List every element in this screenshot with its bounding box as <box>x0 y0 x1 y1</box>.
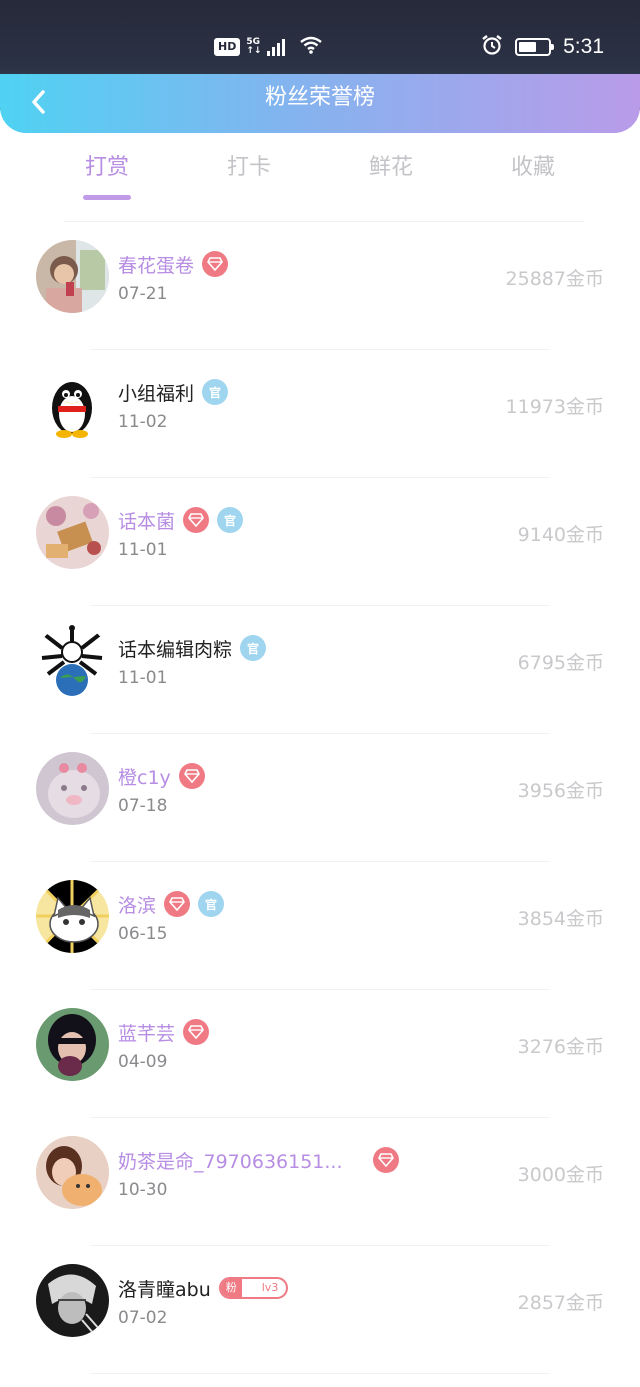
fan-name[interactable]: 小组福利 <box>118 379 194 406</box>
avatar[interactable] <box>36 1264 109 1337</box>
official-badge: 官 <box>198 891 225 917</box>
diamond-icon <box>188 513 204 527</box>
diamond-badge <box>202 251 229 277</box>
alarm-icon <box>481 34 503 60</box>
name-line: 洛滨 官 <box>118 890 225 918</box>
name-line: 蓝芊芸 <box>118 1018 210 1046</box>
diamond-badge <box>164 891 191 917</box>
battery-icon <box>515 38 555 56</box>
wifi-icon <box>299 36 323 58</box>
name-line: 春花蛋卷 <box>118 250 229 278</box>
official-badge: 官 <box>202 379 229 405</box>
fan-date: 07-21 <box>118 284 168 304</box>
fan-date: 07-02 <box>118 1308 168 1328</box>
diamond-icon <box>188 1025 204 1039</box>
diamond-badge <box>183 1019 210 1045</box>
fan-date: 07-18 <box>118 796 168 816</box>
avatar[interactable] <box>36 752 109 825</box>
fan-date: 10-30 <box>118 1180 168 1200</box>
official-badge: 官 <box>217 507 244 533</box>
list-item[interactable]: 话本编辑肉粽 官 11-01 6795金币 <box>0 606 640 734</box>
fan-name[interactable]: 奶茶是命_7970636151... <box>118 1147 343 1174</box>
coin-amount: 25887金币 <box>505 268 604 290</box>
fan-date: 11-01 <box>118 668 168 688</box>
tab-flowers[interactable]: 鲜花 <box>320 148 462 200</box>
fan-date: 11-02 <box>118 412 168 432</box>
list-item[interactable]: 话本菌 官 11-01 9140金币 <box>0 478 640 606</box>
fan-name[interactable]: 话本菌 <box>118 507 175 534</box>
name-line: 洛青瞳abu 粉 lv3 <box>118 1274 289 1302</box>
diamond-icon <box>377 1153 394 1167</box>
row-divider <box>90 1373 550 1374</box>
name-line: 话本菌 官 <box>118 506 244 534</box>
list-item[interactable]: 春花蛋卷 07-21 25887金币 <box>0 222 640 350</box>
coin-amount: 3276金币 <box>517 1036 604 1058</box>
tab-tips[interactable]: 打赏 <box>36 148 178 200</box>
signal-icon <box>267 38 286 56</box>
diamond-badge <box>372 1147 399 1173</box>
list-item[interactable]: 蓝芊芸 04-09 3276金币 <box>0 990 640 1118</box>
diamond-icon <box>183 769 200 783</box>
page-title: 粉丝荣誉榜 <box>264 85 375 110</box>
network-type: 5G ↑↓ <box>246 37 262 56</box>
list-item[interactable]: 橙c1y 07-18 3956金币 <box>0 734 640 862</box>
fan-name[interactable]: 洛青瞳abu <box>118 1275 211 1302</box>
avatar[interactable] <box>36 880 109 953</box>
name-line: 话本编辑肉粽 官 <box>118 634 267 662</box>
avatar[interactable] <box>36 1136 109 1209</box>
list-item[interactable]: 小组福利 官 11-02 11973金币 <box>0 350 640 478</box>
clock: 5:31 <box>563 35 604 58</box>
fan-level-badge: 粉 lv3 <box>218 1277 289 1299</box>
coin-amount: 3854金币 <box>517 908 604 930</box>
header-bar: 粉丝荣誉榜 <box>0 74 640 133</box>
avatar[interactable] <box>36 368 109 441</box>
diamond-badge <box>183 507 210 533</box>
coin-amount: 9140金币 <box>517 524 604 546</box>
avatar[interactable] <box>36 496 109 569</box>
tab-favorites[interactable]: 收藏 <box>462 148 604 200</box>
status-left: HD 5G ↑↓ <box>214 36 323 58</box>
list-item[interactable]: 洛青瞳abu 粉 lv3 07-02 2857金币 <box>0 1246 640 1374</box>
name-line: 奶茶是命_7970636151... <box>118 1146 399 1174</box>
fan-ranking-list: 春花蛋卷 07-21 25887金币 小组福利 官 11-02 11973金币 … <box>0 222 640 1374</box>
fan-date: 11-01 <box>118 540 168 560</box>
tab-bar: 打赏 打卡 鲜花 收藏 <box>36 148 604 204</box>
list-item[interactable]: 奶茶是命_7970636151... 10-30 3000金币 <box>0 1118 640 1246</box>
coin-amount: 11973金币 <box>505 396 604 418</box>
coin-amount: 3956金币 <box>517 780 604 802</box>
fan-date: 04-09 <box>118 1052 168 1072</box>
fan-name[interactable]: 春花蛋卷 <box>118 251 194 278</box>
diamond-badge <box>178 763 205 789</box>
fan-name[interactable]: 洛滨 <box>118 891 156 918</box>
hd-icon: HD <box>214 38 241 56</box>
tab-checkin[interactable]: 打卡 <box>178 148 320 200</box>
coin-amount: 2857金币 <box>517 1292 604 1314</box>
fan-date: 06-15 <box>118 924 168 944</box>
fan-name[interactable]: 蓝芊芸 <box>118 1019 175 1046</box>
coin-amount: 6795金币 <box>517 652 604 674</box>
diamond-icon <box>207 257 223 271</box>
fan-badge-label: 粉 <box>220 1279 242 1297</box>
fan-name[interactable]: 话本编辑肉粽 <box>118 635 232 662</box>
official-badge: 官 <box>240 635 267 661</box>
avatar[interactable] <box>36 624 109 697</box>
coin-amount: 3000金币 <box>517 1164 604 1186</box>
status-right: 5:31 <box>481 34 604 60</box>
avatar[interactable] <box>36 240 109 313</box>
fan-badge-level: lv3 <box>261 1281 279 1294</box>
avatar[interactable] <box>36 1008 109 1081</box>
fan-name[interactable]: 橙c1y <box>118 763 171 790</box>
name-line: 橙c1y <box>118 762 205 790</box>
name-line: 小组福利 官 <box>118 378 229 406</box>
diamond-icon <box>169 897 185 911</box>
list-item[interactable]: 洛滨 官 06-15 3854金币 <box>0 862 640 990</box>
